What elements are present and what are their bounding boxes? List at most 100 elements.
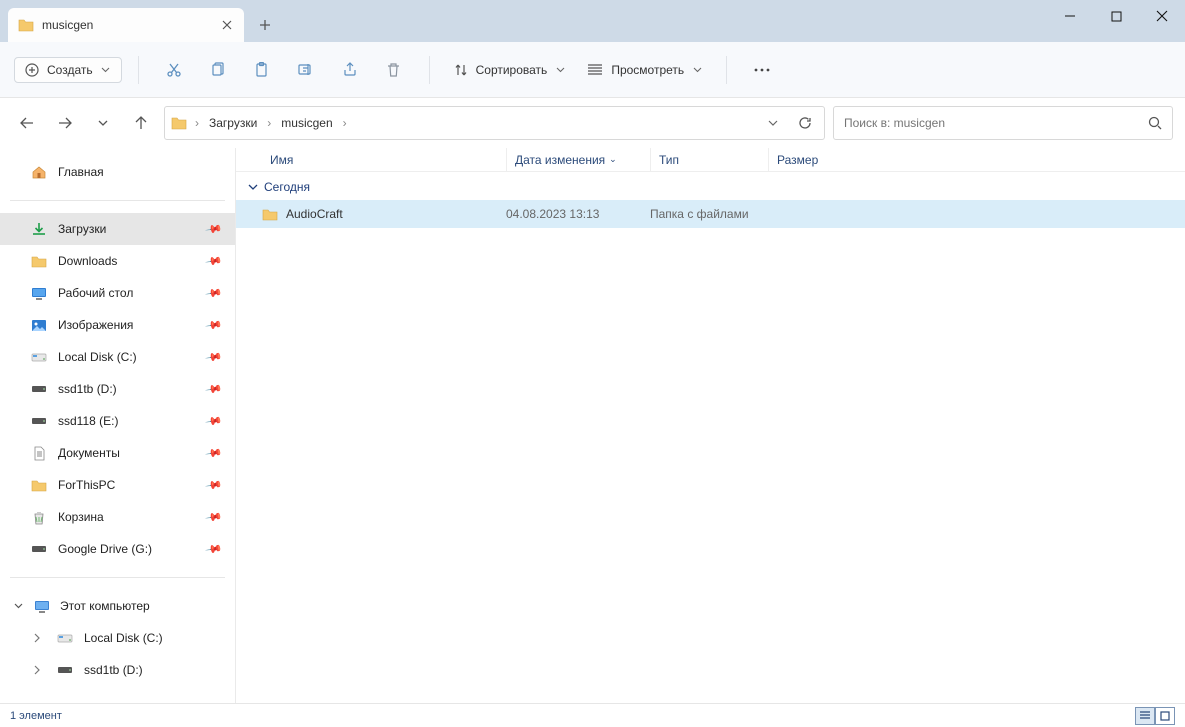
- sidebar-item[interactable]: ssd1tb (D:) 📌: [0, 373, 235, 405]
- details-view-button[interactable]: [1135, 707, 1155, 725]
- sidebar-item-label: Local Disk (C:): [58, 350, 137, 364]
- download-icon: [30, 222, 48, 236]
- sidebar-drive[interactable]: Local Disk (C:): [0, 622, 235, 654]
- pin-icon: 📌: [205, 348, 224, 367]
- file-name: AudioCraft: [286, 207, 343, 221]
- view-toggle: [1135, 707, 1175, 725]
- sidebar-item[interactable]: Downloads📌: [0, 245, 235, 277]
- new-tab-button[interactable]: [244, 8, 286, 42]
- sidebar-item[interactable]: ssd118 (E:)📌: [0, 405, 235, 437]
- chevron-right-icon: [34, 633, 46, 643]
- ellipsis-icon: [754, 68, 770, 72]
- sidebar-this-pc[interactable]: Этот компьютер: [0, 590, 235, 622]
- sort-button[interactable]: Сортировать: [446, 58, 574, 82]
- group-header[interactable]: Сегодня: [236, 172, 1185, 200]
- sidebar: Главная Загрузки📌Downloads📌Рабочий стол📌…: [0, 148, 236, 703]
- forward-button[interactable]: [50, 108, 80, 138]
- sidebar-item-label: Рабочий стол: [58, 286, 133, 300]
- column-type[interactable]: Тип: [650, 148, 768, 171]
- chevron-down-icon: [248, 184, 258, 191]
- pin-icon: 📌: [205, 476, 224, 495]
- toolbar-separator: [726, 56, 727, 84]
- sidebar-item[interactable]: Изображения 📌: [0, 309, 235, 341]
- sidebar-home[interactable]: Главная: [0, 156, 235, 188]
- desktop-icon: [30, 287, 48, 300]
- refresh-button[interactable]: [792, 110, 818, 136]
- chevron-down-icon: [101, 65, 111, 75]
- window-controls: [1047, 0, 1185, 42]
- sidebar-item[interactable]: Рабочий стол 📌: [0, 277, 235, 309]
- pin-icon: 📌: [205, 380, 224, 399]
- drive-icon: [30, 351, 48, 363]
- pin-icon: 📌: [205, 444, 224, 463]
- paste-icon[interactable]: [243, 52, 281, 88]
- view-button[interactable]: Просмотреть: [579, 58, 710, 82]
- sidebar-item-label: Изображения: [58, 318, 133, 332]
- file-type: Папка с файлами: [650, 207, 768, 221]
- breadcrumb-separator: ›: [341, 116, 349, 130]
- sidebar-this-pc-label: Этот компьютер: [60, 599, 150, 613]
- sidebar-item[interactable]: Google Drive (G:) 📌: [0, 533, 235, 565]
- recycle-icon: [30, 510, 48, 525]
- monitor-icon: [34, 600, 50, 613]
- address-dropdown[interactable]: [760, 110, 786, 136]
- file-date: 04.08.2023 13:13: [506, 207, 650, 221]
- sidebar-item[interactable]: Корзина📌: [0, 501, 235, 533]
- recent-dropdown[interactable]: [88, 108, 118, 138]
- drive-icon: [56, 665, 74, 675]
- view-label: Просмотреть: [611, 63, 684, 77]
- chevron-down-icon: [692, 65, 702, 75]
- maximize-button[interactable]: [1093, 0, 1139, 32]
- rename-icon[interactable]: [287, 52, 325, 88]
- sidebar-separator: [10, 577, 225, 578]
- back-button[interactable]: [12, 108, 42, 138]
- sidebar-item[interactable]: Local Disk (C:) 📌: [0, 341, 235, 373]
- nav-row: › Загрузки › musicgen ›: [0, 98, 1185, 148]
- share-icon[interactable]: [331, 52, 369, 88]
- more-button[interactable]: [743, 52, 781, 88]
- search-box[interactable]: [833, 106, 1173, 140]
- search-input[interactable]: [844, 116, 1148, 130]
- breadcrumb-item[interactable]: Загрузки: [207, 112, 259, 134]
- sidebar-item-label: Google Drive (G:): [58, 542, 152, 556]
- sidebar-item-label: Корзина: [58, 510, 104, 524]
- sort-label: Сортировать: [476, 63, 548, 77]
- sidebar-item-label: ssd1tb (D:): [58, 382, 117, 396]
- column-name[interactable]: Имя: [262, 148, 506, 171]
- sidebar-item-label: ssd118 (E:): [58, 414, 118, 428]
- sidebar-item[interactable]: Документы📌: [0, 437, 235, 469]
- thumbnails-view-button[interactable]: [1155, 707, 1175, 725]
- delete-icon[interactable]: [375, 52, 413, 88]
- sidebar-separator: [10, 200, 225, 201]
- sidebar-item[interactable]: Загрузки📌: [0, 213, 235, 245]
- close-window-button[interactable]: [1139, 0, 1185, 32]
- folder-icon: [262, 208, 278, 221]
- column-date[interactable]: Дата изменения⌄: [506, 148, 650, 171]
- pin-icon: 📌: [205, 540, 224, 559]
- close-icon[interactable]: [220, 18, 234, 32]
- file-row[interactable]: AudioCraft 04.08.2023 13:13Папка с файлам…: [236, 200, 1185, 228]
- sidebar-item[interactable]: ForThisPC 📌: [0, 469, 235, 501]
- drive-icon: [56, 632, 74, 644]
- home-icon: [30, 165, 48, 179]
- column-size[interactable]: Размер: [768, 148, 848, 171]
- minimize-button[interactable]: [1047, 0, 1093, 32]
- address-bar[interactable]: › Загрузки › musicgen ›: [164, 106, 825, 140]
- sidebar-drive[interactable]: ssd1tb (D:): [0, 654, 235, 686]
- status-count: 1 элемент: [10, 710, 62, 722]
- cut-icon[interactable]: [155, 52, 193, 88]
- search-icon[interactable]: [1148, 116, 1162, 130]
- sidebar-item-label: ForThisPC: [58, 478, 115, 492]
- active-tab[interactable]: musicgen: [8, 8, 244, 42]
- sidebar-item-label: Загрузки: [58, 222, 106, 236]
- sort-indicator-icon: ⌄: [609, 154, 617, 165]
- toolbar-separator: [429, 56, 430, 84]
- pin-icon: 📌: [205, 284, 224, 303]
- pin-icon: 📌: [205, 316, 224, 335]
- up-button[interactable]: [126, 108, 156, 138]
- breadcrumb-item[interactable]: musicgen: [279, 112, 334, 134]
- copy-icon[interactable]: [199, 52, 237, 88]
- drive-dark-icon: [30, 544, 48, 554]
- create-button[interactable]: Создать: [14, 57, 122, 83]
- chevron-right-icon: [34, 665, 46, 675]
